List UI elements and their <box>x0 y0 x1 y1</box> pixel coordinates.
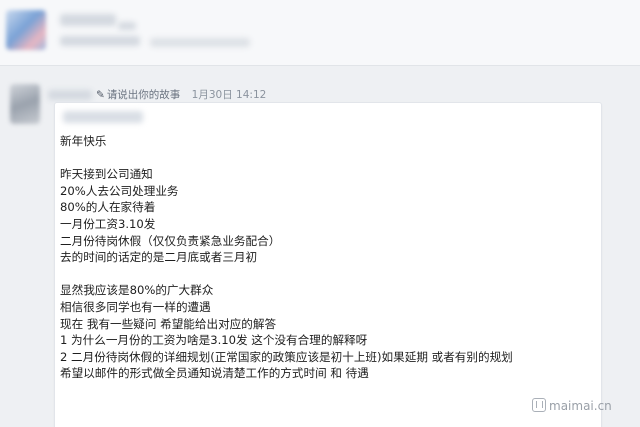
message-line <box>60 150 513 167</box>
message-line: 新年快乐 <box>60 134 107 148</box>
watermark: maimai.cn <box>532 398 612 413</box>
redacted-username <box>60 14 116 26</box>
message-line: 昨天接到公司通知 <box>60 167 153 182</box>
redacted-subtitle <box>60 36 140 46</box>
message-line: 去的时间的话定的是二月底或者三月初 <box>60 250 258 265</box>
post-action-label[interactable]: 请说出你的故事 <box>107 89 181 101</box>
previous-post-header <box>0 0 640 66</box>
redacted-text <box>118 22 136 30</box>
watermark-text: maimai.cn <box>549 399 612 413</box>
message-body: 新年快乐 昨天接到公司通知 20%人去公司处理业务 80%的人在家待着 一月份工… <box>60 133 513 382</box>
redacted-heading <box>63 111 143 123</box>
message-line <box>60 266 513 283</box>
message-line: 20%人去公司处理业务 <box>60 183 179 198</box>
maimai-logo-icon <box>532 398 546 412</box>
message-line: 二月份待岗休假（仅仅负责紧急业务配合） <box>60 233 281 248</box>
post-date: 1月30日 14:12 <box>191 89 267 101</box>
post-meta: ✎ 请说出你的故事 1月30日 14:12 <box>96 87 266 102</box>
avatar[interactable] <box>10 84 40 124</box>
message-line: 2 二月份待岗休假的详细规划(正常国家的政策应该是初十上班)如果延期 或者有别的… <box>60 349 513 364</box>
message-line: 现在 我有一些疑问 希望能给出对应的解答 <box>60 316 277 331</box>
pencil-icon: ✎ <box>96 89 105 101</box>
message-line: 相信很多同学也有一样的遭遇 <box>60 299 211 314</box>
redacted-subtitle-2 <box>150 38 250 47</box>
message-line: 1 为什么一月份的工资为啥是3.10发 这个没有合理的解释呀 <box>60 333 368 348</box>
message-line: 80%的人在家待着 <box>60 200 156 215</box>
redacted-username <box>48 90 92 100</box>
message-line: 显然我应该是80%的广大群众 <box>60 283 214 298</box>
avatar[interactable] <box>6 10 46 50</box>
post-card: ✎ 请说出你的故事 1月30日 14:12 新年快乐 昨天接到公司通知 20%人去… <box>0 76 640 427</box>
message-line: 希望以邮件的形式做全员通知说清楚工作的方式时间 和 待遇 <box>60 366 369 381</box>
message-line: 一月份工资3.10发 <box>60 216 156 231</box>
